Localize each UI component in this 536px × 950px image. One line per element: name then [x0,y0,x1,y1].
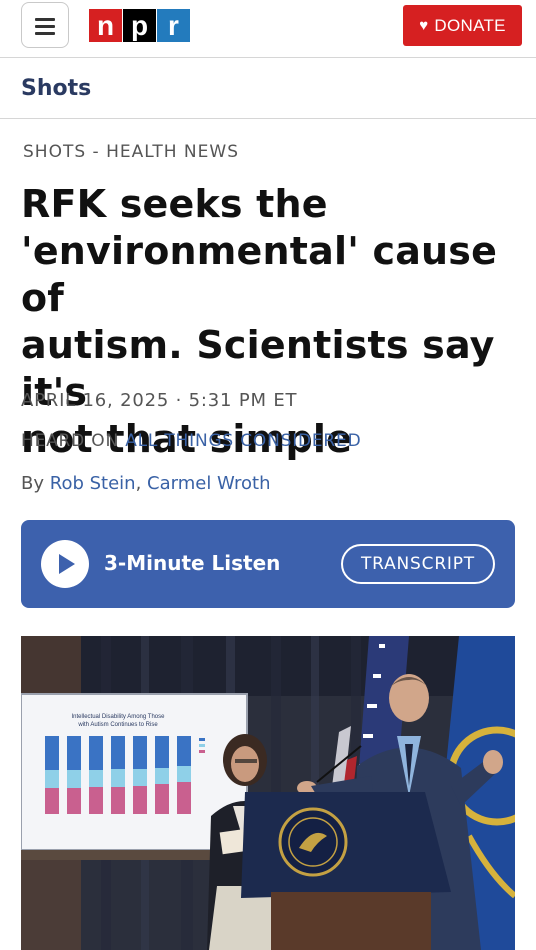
hamburger-icon-line [35,32,55,35]
article-time: 5:31 PM ET [188,390,298,411]
author-link[interactable]: Rob Stein [50,473,136,494]
menu-button[interactable] [21,2,69,48]
transcript-button[interactable]: TRANSCRIPT [341,544,495,584]
article-dateline: APRIL 16, 2025 · 5:31 PM ET [21,390,297,411]
listen-duration-label: 3-Minute Listen [104,551,281,575]
article-kicker[interactable]: SHOTS - HEALTH NEWS [23,142,239,162]
date-separator: · [175,390,189,411]
npr-logo[interactable]: n p r [89,9,191,42]
donate-button[interactable]: ♥ DONATE [403,5,522,46]
section-title-link[interactable]: Shots [21,76,91,101]
heart-icon: ♥ [419,17,429,34]
headline-line: 'environmental' cause of [21,229,498,320]
byline: By Rob Stein, Carmel Wroth [21,473,271,494]
donate-label: DONATE [434,15,506,35]
hamburger-icon [35,18,55,21]
audio-player: 3-Minute Listen TRANSCRIPT [21,520,515,608]
podium [241,792,451,950]
author-separator: , [135,473,148,494]
lead-photo[interactable]: Intellectual Disability Among Those with… [21,636,515,950]
section-header: Shots [0,59,536,119]
article-date: APRIL 16, 2025 [21,390,170,411]
heard-on-line: HEARD ON ALL THINGS CONSIDERED [21,431,361,451]
screen-chart-title: Intellectual Disability Among Those [72,714,166,720]
screen-chart-subtitle: with Autism Continues to Rise [77,722,158,728]
logo-letter-n: n [89,9,122,42]
heard-on-prefix: HEARD ON [21,431,119,451]
program-link[interactable]: ALL THINGS CONSIDERED [125,431,361,451]
logo-letter-p: p [123,9,156,42]
hamburger-icon-line [35,25,55,28]
press-conference-photo: Intellectual Disability Among Those with… [21,636,515,950]
logo-letter-r: r [157,9,190,42]
headline-line: RFK seeks the [21,182,328,226]
top-navigation-bar: n p r ♥ DONATE [0,0,536,58]
article-headline: RFK seeks the 'environmental' cause of a… [21,181,521,463]
author-link[interactable]: Carmel Wroth [147,473,271,494]
byline-prefix: By [21,473,45,494]
play-icon[interactable] [41,540,89,588]
